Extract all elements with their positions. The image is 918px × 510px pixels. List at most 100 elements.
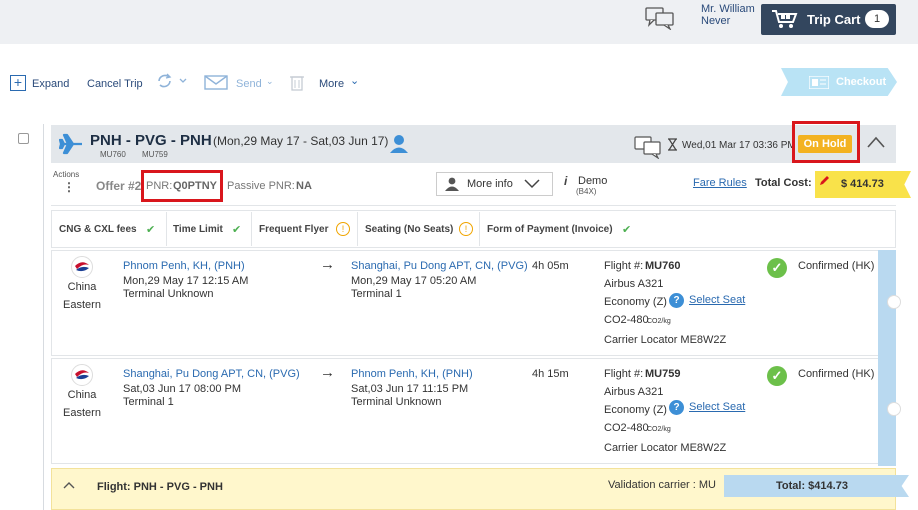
help-icon[interactable]: ? xyxy=(669,293,684,308)
confirmed-check-icon: ✓ xyxy=(767,366,787,386)
departure-city: Shanghai, Pu Dong APT, CN, (PVG) xyxy=(123,368,300,380)
cancel-trip-button[interactable]: Cancel Trip xyxy=(87,78,143,90)
check-icon: ✔ xyxy=(146,224,156,236)
arrow-right-icon: → xyxy=(320,364,335,381)
cabin-class: Economy (Z) xyxy=(604,404,667,416)
trip-cart-button[interactable]: Trip Cart 1 xyxy=(761,4,896,35)
carrier-locator: Carrier Locator ME8W2Z xyxy=(604,442,727,454)
checkout-icon xyxy=(808,75,830,92)
highlight-box xyxy=(141,170,223,202)
summary-total-tag: Total: $414.73 xyxy=(724,475,909,497)
total-cost-tag: $ 414.73 xyxy=(815,171,911,198)
rule-item[interactable]: Seating (No Seats) xyxy=(365,224,453,235)
trip-cart-label: Trip Cart xyxy=(807,12,861,27)
trash-icon[interactable] xyxy=(290,74,304,94)
flight-number: MU759 xyxy=(645,368,681,380)
chevron-down-icon xyxy=(523,177,541,192)
edit-icon[interactable] xyxy=(819,174,831,189)
rule-item[interactable]: CNG & CXL fees xyxy=(59,224,137,235)
validation-carrier: Validation carrier : MU xyxy=(608,479,716,491)
more-info-label: More info xyxy=(467,178,513,190)
summary-total-value: Total: $414.73 xyxy=(776,480,848,492)
agency-code: (B4X) xyxy=(576,187,597,196)
refresh-icon[interactable] xyxy=(155,72,189,93)
trip-flight-number: MU759 xyxy=(142,150,168,159)
select-seat-link[interactable]: Select Seat xyxy=(689,401,745,413)
rule-item[interactable]: Time Limit xyxy=(173,224,223,235)
chevron-up-icon[interactable] xyxy=(866,135,886,152)
check-icon: ✔ xyxy=(232,224,242,236)
airline-name: China Eastern xyxy=(63,281,101,311)
help-icon[interactable]: ? xyxy=(669,400,684,415)
user-name[interactable]: Mr. William Never xyxy=(701,3,755,27)
flight-duration: 4h 05m xyxy=(532,260,569,272)
segment-status: Confirmed (HK) xyxy=(798,260,875,272)
send-button[interactable]: Send xyxy=(236,78,262,90)
envelope-icon xyxy=(204,74,232,93)
trip-cart-count-badge: 1 xyxy=(865,10,889,28)
trip-select-checkbox[interactable] xyxy=(18,133,29,144)
expand-button[interactable]: Expand xyxy=(32,78,69,90)
segment-notch xyxy=(887,295,901,309)
traveler-icon[interactable] xyxy=(389,134,409,157)
arrival-city: Phnom Penh, KH, (PNH) xyxy=(351,368,473,380)
agency-name: Demo xyxy=(578,175,608,187)
co2-unit: CO2/kg xyxy=(647,426,671,433)
checkout-button[interactable]: Checkout xyxy=(781,68,897,96)
actions-menu-icon[interactable]: ⋮ xyxy=(63,180,75,194)
confirmed-check-icon: ✓ xyxy=(767,258,787,278)
chat-icon[interactable] xyxy=(645,6,675,31)
total-cost-label: Total Cost: xyxy=(755,177,812,189)
departure-details: Sat,03 Jun 17 08:00 PM Terminal 1 xyxy=(123,383,242,408)
divider xyxy=(479,212,480,246)
check-icon: ✔ xyxy=(622,224,632,236)
passive-pnr-value: NA xyxy=(296,180,312,192)
hourglass-icon xyxy=(667,138,678,154)
segment-notch xyxy=(887,402,901,416)
co2-unit: CO2/kg xyxy=(647,318,671,325)
co2-value: CO2-480 xyxy=(604,422,649,434)
checkout-label: Checkout xyxy=(836,76,887,88)
panel-divider xyxy=(43,124,44,510)
airplane-icon xyxy=(58,133,83,158)
hold-timestamp: Wed,01 Mar 17 03:36 PM xyxy=(682,140,796,151)
warning-icon: ! xyxy=(336,222,350,236)
user-icon xyxy=(445,177,459,194)
trip-flight-number: MU760 xyxy=(100,150,126,159)
passive-pnr-label: Passive PNR: xyxy=(227,180,295,192)
chevron-up-icon[interactable] xyxy=(62,479,76,493)
segment-status: Confirmed (HK) xyxy=(798,368,875,380)
divider xyxy=(357,212,358,246)
user-last-name: Never xyxy=(701,15,731,27)
arrival-details: Mon,29 May 17 05:20 AM Terminal 1 xyxy=(351,275,477,300)
rule-item[interactable]: Form of Payment (Invoice) xyxy=(487,224,613,235)
divider xyxy=(251,212,252,246)
warning-icon: ! xyxy=(459,222,473,236)
co2-value: CO2-480 xyxy=(604,314,649,326)
rule-item[interactable]: Frequent Flyer xyxy=(259,224,328,235)
actions-label: Actions xyxy=(53,170,80,179)
send-chevron-down-icon[interactable]: ⌄ xyxy=(266,76,274,87)
more-info-button[interactable]: More info xyxy=(436,172,553,196)
divider xyxy=(166,212,167,246)
fare-rules-link[interactable]: Fare Rules xyxy=(693,177,747,189)
expand-icon[interactable]: + xyxy=(10,75,26,91)
chat-icon[interactable] xyxy=(634,135,662,162)
info-icon[interactable]: i xyxy=(564,174,567,188)
status-badge: On Hold xyxy=(798,135,852,153)
aircraft-type: Airbus A321 xyxy=(604,386,664,398)
flight-number: MU760 xyxy=(645,260,681,272)
summary-flight-label: Flight: PNH - PVG - PNH xyxy=(97,481,223,493)
flight-duration: 4h 15m xyxy=(532,368,569,380)
arrival-details: Sat,03 Jun 17 11:15 PM Terminal Unknown xyxy=(351,383,469,408)
flight-number-label: Flight #: xyxy=(604,368,644,380)
offer-number: Offer #2 xyxy=(96,179,142,193)
china-eastern-logo-icon xyxy=(71,364,93,386)
more-chevron-down-icon[interactable]: ⌄ xyxy=(350,74,359,87)
arrival-city: Shanghai, Pu Dong APT, CN, (PVG) xyxy=(351,260,528,272)
more-button[interactable]: More xyxy=(319,78,344,90)
departure-city: Phnom Penh, KH, (PNH) xyxy=(123,260,245,272)
select-seat-link[interactable]: Select Seat xyxy=(689,294,745,306)
aircraft-type: Airbus A321 xyxy=(604,278,664,290)
trip-dates: (Mon,29 May 17 - Sat,03 Jun 17) xyxy=(213,134,389,148)
